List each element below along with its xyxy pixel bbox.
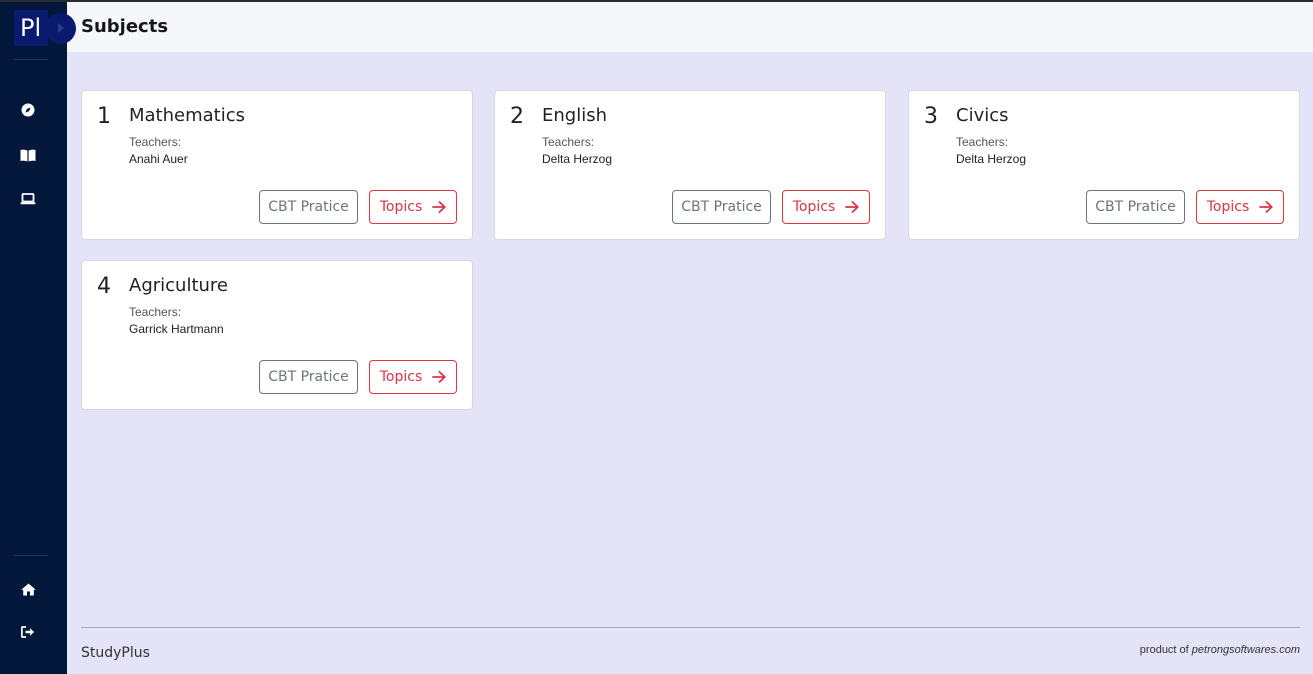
book-icon [20, 149, 36, 161]
topics-label: Topics [1206, 199, 1250, 215]
arrow-right-icon [432, 201, 446, 213]
page-title: Subjects [81, 16, 169, 37]
subject-card: 2 English Teachers: Delta Herzog CBT Pra… [494, 90, 886, 240]
sidebar-collapse-toggle[interactable] [45, 13, 76, 44]
arrow-right-icon [845, 201, 859, 213]
sidebar-divider [14, 555, 48, 556]
subject-title: English [542, 105, 607, 126]
subject-number: 1 [97, 104, 111, 129]
subject-card: 4 Agriculture Teachers: Garrick Hartmann… [81, 260, 473, 410]
footer-divider [81, 627, 1300, 628]
app-logo[interactable]: Pl [14, 10, 48, 46]
teacher-name: Garrick Hartmann [129, 322, 224, 336]
footer-credit-link[interactable]: petrongsoftwares.com [1192, 644, 1300, 656]
cbt-practice-button[interactable]: CBT Pratice [259, 190, 358, 224]
subject-card: 1 Mathematics Teachers: Anahi Auer CBT P… [81, 90, 473, 240]
topics-button[interactable]: Topics [369, 190, 457, 224]
compass-icon [21, 103, 35, 117]
cbt-practice-label: CBT Pratice [1095, 199, 1176, 215]
arrow-right-icon [432, 371, 446, 383]
topics-label: Topics [379, 199, 423, 215]
topics-button[interactable]: Topics [782, 190, 870, 224]
subject-title: Agriculture [129, 275, 228, 296]
teacher-name: Anahi Auer [129, 152, 188, 166]
topics-label: Topics [379, 369, 423, 385]
laptop-icon [20, 193, 36, 205]
cbt-practice-label: CBT Pratice [268, 369, 349, 385]
footer-credit: product of petrongsoftwares.com [1140, 644, 1300, 656]
subject-number: 2 [510, 104, 524, 129]
arrow-right-icon [1259, 201, 1273, 213]
logout-icon [21, 626, 34, 638]
sidebar-item-subjects[interactable] [18, 147, 38, 163]
teachers-label: Teachers: [129, 135, 182, 149]
cbt-practice-button[interactable]: CBT Pratice [1086, 190, 1185, 224]
home-icon [20, 583, 36, 595]
cbt-practice-button[interactable]: CBT Pratice [259, 360, 358, 394]
footer-brand: StudyPlus [81, 645, 150, 661]
footer-credit-prefix: product of [1139, 644, 1189, 656]
top-bar: Subjects [67, 2, 1313, 52]
sidebar: Pl [0, 2, 67, 674]
cbt-practice-label: CBT Pratice [681, 199, 762, 215]
teachers-label: Teachers: [542, 135, 595, 149]
topics-button[interactable]: Topics [1196, 190, 1284, 224]
subject-number: 3 [924, 104, 938, 129]
cbt-practice-button[interactable]: CBT Pratice [672, 190, 771, 224]
subject-card: 3 Civics Teachers: Delta Herzog CBT Prat… [908, 90, 1300, 240]
topics-button[interactable]: Topics [369, 360, 457, 394]
subject-title: Mathematics [129, 105, 245, 126]
sidebar-item-home[interactable] [18, 581, 38, 597]
sidebar-item-cbt[interactable] [18, 191, 38, 207]
teacher-name: Delta Herzog [542, 152, 613, 166]
teachers-label: Teachers: [129, 305, 182, 319]
teachers-label: Teachers: [956, 135, 1009, 149]
sidebar-item-dashboard[interactable] [18, 102, 38, 118]
cbt-practice-label: CBT Pratice [268, 199, 349, 215]
subject-number: 4 [97, 274, 111, 299]
sidebar-item-logout[interactable] [18, 624, 38, 640]
sidebar-divider [14, 59, 48, 60]
teacher-name: Delta Herzog [956, 152, 1027, 166]
subject-title: Civics [956, 105, 1009, 126]
topics-label: Topics [792, 199, 836, 215]
